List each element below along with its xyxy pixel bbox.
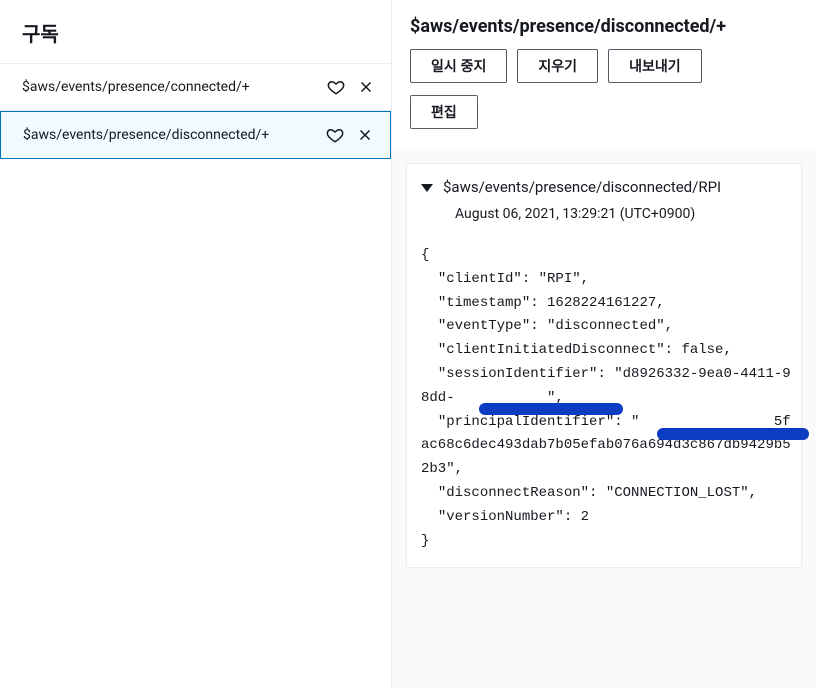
- message-payload: { "clientId": "RPI", "timestamp": 162822…: [407, 244, 791, 553]
- toolbar: 일시 중지 지우기 내보내기: [410, 49, 798, 95]
- subscription-topic-label: $aws/events/presence/disconnected/+: [23, 127, 316, 143]
- subscription-item-connected[interactable]: $aws/events/presence/connected/+: [0, 64, 391, 111]
- subscription-item-disconnected[interactable]: $aws/events/presence/disconnected/+: [0, 111, 391, 159]
- subscriptions-panel: 구독 $aws/events/presence/connected/+ $aws…: [0, 0, 392, 688]
- edit-button[interactable]: 편집: [410, 95, 478, 129]
- topic-title: $aws/events/presence/disconnected/+: [410, 16, 798, 37]
- message-panel: $aws/events/presence/disconnected/+ 일시 중…: [392, 0, 816, 688]
- redaction-mark: [657, 428, 809, 440]
- export-button[interactable]: 내보내기: [608, 49, 702, 83]
- redaction-mark: [479, 403, 623, 415]
- message-topic: $aws/events/presence/disconnected/RPI: [443, 178, 721, 196]
- heart-icon[interactable]: [325, 76, 347, 98]
- caret-down-icon[interactable]: [421, 184, 433, 192]
- toolbar-row-2: 편집: [410, 95, 798, 141]
- close-icon[interactable]: [354, 124, 376, 146]
- message-panel-header: $aws/events/presence/disconnected/+ 일시 중…: [392, 0, 816, 149]
- clear-button[interactable]: 지우기: [517, 49, 598, 83]
- heart-icon[interactable]: [324, 124, 346, 146]
- subscription-list: $aws/events/presence/connected/+ $aws/ev…: [0, 64, 391, 159]
- close-icon[interactable]: [355, 76, 377, 98]
- message-timestamp: August 06, 2021, 13:29:21 (UTC+0900): [407, 206, 791, 222]
- message-card: $aws/events/presence/disconnected/RPI Au…: [406, 163, 802, 568]
- subscriptions-title: 구독: [0, 0, 391, 64]
- subscription-topic-label: $aws/events/presence/connected/+: [22, 79, 317, 95]
- message-header: $aws/events/presence/disconnected/RPI: [407, 178, 791, 196]
- message-area: $aws/events/presence/disconnected/RPI Au…: [392, 149, 816, 688]
- pause-button[interactable]: 일시 중지: [410, 49, 507, 83]
